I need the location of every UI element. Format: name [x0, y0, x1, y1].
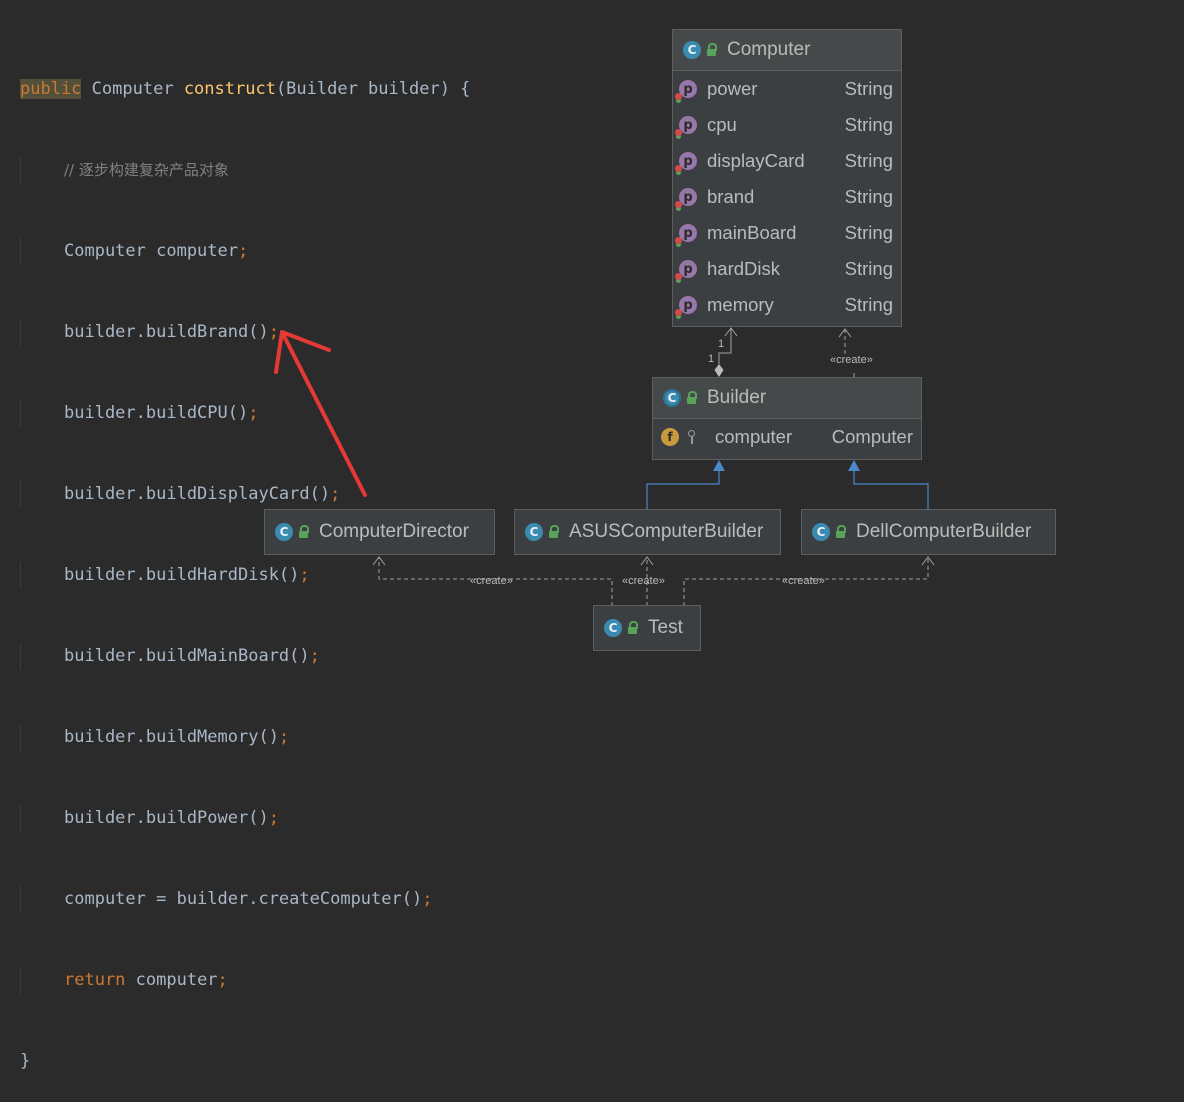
inheritance-asus-builder: [646, 460, 725, 510]
class-header: C DellComputerBuilder: [802, 510, 1055, 554]
class-computer-director[interactable]: C ComputerDirector: [264, 509, 495, 555]
red-annotation-arrow: [274, 330, 367, 497]
runnable-class-icon: C: [604, 619, 622, 637]
create-label-builder: «create»: [830, 354, 873, 366]
field-row[interactable]: p mainBoard String: [673, 215, 901, 251]
property-icon: p: [675, 116, 697, 136]
class-icon: C: [525, 523, 543, 541]
class-icon: C: [275, 523, 293, 541]
create-dependency-builder-computer: [838, 328, 855, 377]
class-name: ComputerDirector: [319, 521, 469, 542]
public-lock-icon: [297, 525, 309, 539]
field-row[interactable]: p cpu String: [673, 107, 901, 143]
field-row[interactable]: p power String: [673, 71, 901, 107]
property-icon: p: [675, 152, 697, 172]
property-icon: p: [675, 224, 697, 244]
field-row[interactable]: p brand String: [673, 179, 901, 215]
code-line-close: }: [20, 1051, 31, 1071]
class-name: DellComputerBuilder: [856, 521, 1032, 542]
public-lock-icon: [626, 621, 638, 635]
property-icon: p: [675, 80, 697, 100]
class-icon: C: [812, 523, 830, 541]
code-line-return: return computer;: [20, 967, 470, 994]
multiplicity-top: 1: [718, 338, 725, 350]
property-icon: p: [675, 260, 697, 280]
code-line-call: builder.buildPower();: [20, 805, 470, 832]
class-icon: C: [683, 41, 701, 59]
field-row[interactable]: p displayCard String: [673, 143, 901, 179]
class-test[interactable]: C Test: [593, 605, 701, 651]
class-dell-computer-builder[interactable]: C DellComputerBuilder: [801, 509, 1056, 555]
class-name: ASUSComputerBuilder: [569, 521, 764, 542]
public-lock-icon: [705, 43, 717, 57]
property-icon: p: [675, 188, 697, 208]
code-line-call: builder.buildMemory();: [20, 724, 470, 751]
keyword-return: return: [64, 970, 126, 990]
create-label-dell: «create»: [782, 575, 825, 587]
class-name: Test: [648, 617, 683, 638]
class-asus-computer-builder[interactable]: C ASUSComputerBuilder: [514, 509, 781, 555]
abstract-class-icon: C: [663, 389, 681, 407]
public-lock-icon: [834, 525, 846, 539]
code-line-assign: computer = builder.createComputer();: [20, 886, 470, 913]
class-header: C Builder: [653, 378, 921, 419]
property-icon: p: [675, 296, 697, 316]
field-icon: f: [661, 428, 679, 446]
class-header: C ComputerDirector: [265, 510, 494, 554]
class-name: Builder: [707, 387, 767, 408]
create-label-director: «create»: [470, 575, 513, 587]
field-row[interactable]: p hardDisk String: [673, 251, 901, 287]
protected-key-icon: [687, 430, 697, 444]
class-name: Computer: [727, 39, 811, 60]
field-row[interactable]: p memory String: [673, 287, 901, 323]
multiplicity-bottom: 1: [708, 353, 715, 365]
create-label-asus: «create»: [622, 575, 665, 587]
public-lock-icon: [685, 391, 697, 405]
class-header: C Test: [594, 606, 700, 650]
inheritance-dell-builder: [848, 460, 929, 510]
class-builder[interactable]: C Builder f computer Computer: [652, 377, 922, 460]
field-row[interactable]: f computer Computer: [653, 419, 921, 455]
composition-connector: [714, 327, 738, 377]
class-computer[interactable]: C Computer p power String p cpu String p disp…: [672, 29, 902, 327]
class-header: C Computer: [673, 30, 901, 71]
diagram-connectors: [274, 327, 935, 606]
public-lock-icon: [547, 525, 559, 539]
class-header: C ASUSComputerBuilder: [515, 510, 780, 554]
